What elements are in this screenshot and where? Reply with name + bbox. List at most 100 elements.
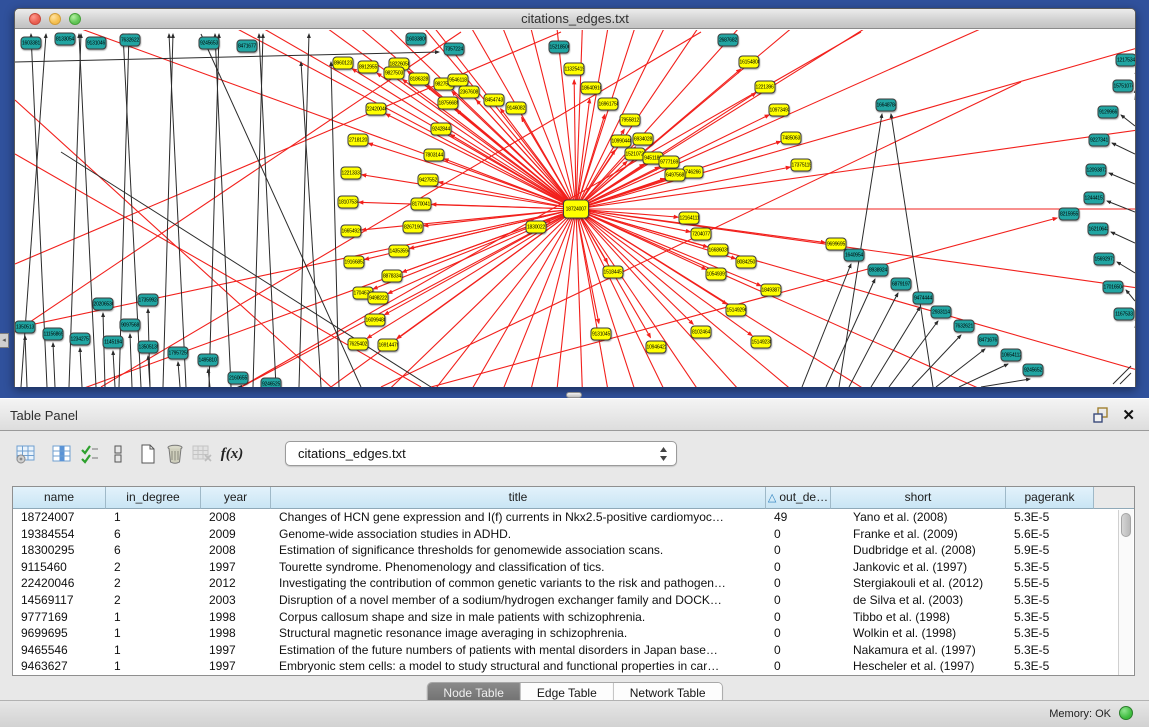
graph-node[interactable]: 10549391 <box>706 268 727 281</box>
table-row[interactable]: 1830029562008Estimation of significance … <box>13 542 1134 559</box>
graph-node[interactable]: 10990448 <box>611 135 632 148</box>
graph-node[interactable]: 7632621 <box>954 320 975 333</box>
graph-node[interactable]: 9131046 <box>86 37 107 50</box>
column-header-name[interactable]: name <box>13 487 106 509</box>
graph-node[interactable]: 9245653 <box>199 37 220 50</box>
graph-node[interactable]: 1830022 <box>526 221 547 234</box>
graph-node[interactable]: 9777169 <box>659 156 680 169</box>
graph-node[interactable]: 9246525 <box>261 378 282 388</box>
table-row[interactable]: 1456911722003Disruption of a novel membe… <box>13 592 1134 609</box>
delete-trash-icon[interactable] <box>161 441 189 469</box>
graph-node[interactable]: 8471677 <box>237 40 258 53</box>
graph-node[interactable]: 9498222 <box>368 292 389 305</box>
table-row[interactable]: 969969511998Structural magnetic resonanc… <box>13 625 1134 642</box>
graph-node[interactable]: 8170041 <box>411 198 432 211</box>
network-canvas[interactable]: 1603381813305491310467632622924565384716… <box>15 30 1135 387</box>
graph-node[interactable]: 12444151 <box>1084 192 1105 205</box>
table-row[interactable]: 2242004622012Investigating the contribut… <box>13 575 1134 592</box>
graph-node[interactable]: 1217534 <box>1116 54 1136 67</box>
graph-node[interactable]: 16154808 <box>739 56 760 69</box>
row-height-icon[interactable] <box>104 441 132 469</box>
graph-node[interactable]: 12213967 <box>755 81 776 94</box>
graph-node[interactable]: 15184451 <box>603 266 624 279</box>
graph-node[interactable]: 14958107 <box>198 354 219 367</box>
panel-collapse-tab[interactable]: ◂ <box>0 333 9 348</box>
graph-node[interactable]: 7204077 <box>691 228 712 241</box>
table-row[interactable]: 946362711997Embryonic stem cells: a mode… <box>13 658 1134 675</box>
graph-node[interactable]: 16654925 <box>341 225 362 238</box>
graph-node[interactable]: 9227341 <box>1089 134 1110 147</box>
graph-node[interactable]: 9474444 <box>913 292 934 305</box>
graph-node[interactable]: 16210643 <box>1088 223 1109 236</box>
table-select-dropdown[interactable]: citations_edges.txt <box>285 441 677 466</box>
table-row[interactable]: 1872400712008Changes of HCN gene express… <box>13 509 1134 526</box>
graph-node[interactable]: 8938924 <box>868 264 889 277</box>
column-header-year[interactable]: year <box>201 487 271 509</box>
float-panel-icon[interactable] <box>1093 407 1109 423</box>
table-row[interactable]: 977716911998Corpus callosum shape and si… <box>13 609 1134 626</box>
show-columns-icon[interactable] <box>48 441 76 469</box>
graph-node[interactable]: 8102464 <box>691 326 712 339</box>
graph-node[interactable]: 8912955 <box>358 61 379 74</box>
graph-node[interactable]: 12164111 <box>679 212 700 225</box>
graph-node[interactable]: 16099488 <box>365 314 386 327</box>
graph-node[interactable]: 12093872 <box>1086 164 1107 177</box>
graph-node[interactable]: 16648784 <box>876 99 897 112</box>
network-view-window[interactable]: citations_edges.txt 16033818133054913104… <box>14 8 1136 387</box>
graph-node[interactable]: 11325419 <box>564 63 585 76</box>
graph-node[interactable]: 13505135 <box>138 341 159 354</box>
graph-node[interactable]: 6497568 <box>665 169 686 182</box>
graph-node[interactable]: 8960123 <box>333 57 354 70</box>
graph-node[interactable]: 17375115 <box>791 159 812 172</box>
graph-node[interactable]: 8878334 <box>382 270 403 283</box>
graph-node[interactable]: 18107534 <box>338 196 359 209</box>
graph-node[interactable]: 15149238 <box>751 336 772 349</box>
graph-node[interactable]: 8133054 <box>55 33 76 46</box>
graph-node[interactable]: 9245652 <box>1023 364 1044 377</box>
graph-node[interactable]: 14353594 <box>389 245 410 258</box>
graph-node[interactable]: 7955812 <box>620 114 641 127</box>
table-mode-icon[interactable] <box>12 441 40 469</box>
graph-node[interactable]: 9827503 <box>384 67 405 80</box>
graph-node[interactable]: 18756685 <box>438 97 459 110</box>
column-header-in-degree[interactable]: in_degree <box>106 487 201 509</box>
delete-table-icon[interactable] <box>188 441 216 469</box>
graph-node[interactable]: 1350513 <box>15 321 36 334</box>
graph-node[interactable]: 15692971 <box>1094 253 1115 266</box>
graph-node[interactable]: 12342757 <box>70 333 91 346</box>
column-header-out-degree[interactable]: △out_de… <box>766 487 831 509</box>
graph-node[interactable]: 8084250 <box>736 256 757 269</box>
graph-node[interactable]: 7357224 <box>444 43 465 56</box>
table-scrollbar[interactable] <box>1118 510 1133 675</box>
graph-node[interactable]: 9242844 <box>431 123 452 136</box>
graph-node[interactable]: 9146082 <box>506 102 527 115</box>
graph-node[interactable]: 6934028 <box>633 133 654 146</box>
graph-node[interactable]: 10946422 <box>646 341 667 354</box>
memory-ok-icon[interactable] <box>1119 706 1133 720</box>
graph-node[interactable]: 16961758 <box>598 98 619 111</box>
graph-node[interactable]: 20206536 <box>93 298 114 311</box>
graph-node[interactable]: 15218506 <box>549 41 570 54</box>
graph-node[interactable]: 16686039 <box>708 244 729 257</box>
graph-node[interactable]: 9097568 <box>120 319 141 332</box>
select-rows-icon[interactable] <box>76 441 104 469</box>
graph-node[interactable]: 18493871 <box>761 284 782 297</box>
graph-node[interactable]: 15751074 <box>1113 80 1134 93</box>
graph-node[interactable]: 16033809 <box>406 33 427 46</box>
scrollbar-thumb[interactable] <box>1121 513 1131 537</box>
graph-node[interactable]: 1167533 <box>1114 308 1135 321</box>
graph-node[interactable]: 2367608 <box>459 86 480 99</box>
graph-node[interactable]: 8215955 <box>1059 208 1080 221</box>
graph-node[interactable]: 1640954 <box>844 249 865 262</box>
column-header-short[interactable]: short <box>831 487 1006 509</box>
graph-node[interactable]: 7485063 <box>781 132 802 145</box>
graph-node[interactable]: 2687682 <box>718 34 739 47</box>
graph-node[interactable]: 10654112 <box>1001 349 1022 362</box>
graph-node[interactable]: 22420046 <box>366 103 387 116</box>
graph-node[interactable]: 11156869 <box>43 328 64 341</box>
graph-node[interactable]: 2160655 <box>228 372 249 385</box>
graph-node[interactable]: 7803144 <box>424 149 445 162</box>
graph-node[interactable]: 12213333 <box>341 167 362 180</box>
column-header-title[interactable]: title <box>271 487 766 509</box>
graph-node[interactable]: 8267190 <box>403 221 424 234</box>
